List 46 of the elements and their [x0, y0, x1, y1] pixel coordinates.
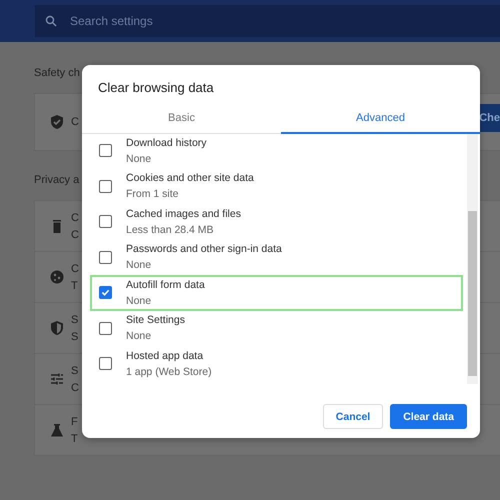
checkbox[interactable] — [99, 357, 112, 370]
checkbox[interactable] — [99, 215, 112, 228]
sliders-icon — [49, 371, 65, 387]
tab[interactable]: Basic — [82, 103, 281, 134]
option-detail: Less than 28.4 MB — [126, 224, 215, 236]
setting-label: C — [71, 212, 79, 224]
option-detail: None — [126, 294, 152, 307]
option-label: Download history — [126, 136, 207, 149]
option-label: Hosted app data — [126, 350, 204, 362]
setting-description: C — [71, 382, 79, 394]
option-label: Cached images and files — [126, 208, 241, 220]
setting-label: C — [71, 262, 79, 274]
option-label: Passwords and other sign-in data — [126, 243, 282, 256]
option-detail: 1 app (Web Store) — [126, 366, 212, 378]
setting-label: F — [71, 416, 78, 428]
flask-icon — [49, 422, 65, 438]
scrollbar[interactable] — [467, 134, 478, 384]
cookie-icon — [49, 269, 65, 285]
setting-label: S — [71, 314, 78, 326]
setting-description: S — [71, 330, 78, 342]
section-title: Privacy a — [34, 174, 80, 186]
setting-label: S — [71, 364, 79, 376]
checkbox[interactable] — [99, 322, 112, 335]
checkbox[interactable] — [99, 144, 112, 158]
checkbox[interactable] — [99, 250, 112, 264]
option-detail: None — [126, 330, 152, 342]
checkbox[interactable] — [99, 286, 112, 300]
setting-description: C — [71, 228, 79, 240]
option-detail: From 1 site — [126, 188, 180, 200]
cancel-button[interactable]: Cancel — [322, 404, 384, 429]
option-detail: None — [126, 152, 152, 165]
shield-half-icon — [49, 320, 65, 336]
option-detail: None — [126, 259, 152, 272]
search-field[interactable]: Search settings — [35, 5, 500, 37]
setting-description: T — [71, 432, 78, 444]
dialog-title: Clear browsing data — [97, 79, 215, 95]
clear-data-button[interactable]: Clear data — [390, 404, 467, 429]
option-label: Autofill form data — [126, 278, 205, 291]
option-label: Site Settings — [126, 314, 185, 326]
tab[interactable]: Advanced — [281, 103, 480, 134]
option-label: Cookies and other site data — [126, 172, 254, 184]
shield-check-icon — [49, 114, 65, 130]
section-title: Safety ch — [34, 67, 80, 79]
setting-label: C — [71, 116, 79, 128]
setting-description: T — [71, 280, 79, 292]
checkbox[interactable] — [99, 180, 112, 193]
